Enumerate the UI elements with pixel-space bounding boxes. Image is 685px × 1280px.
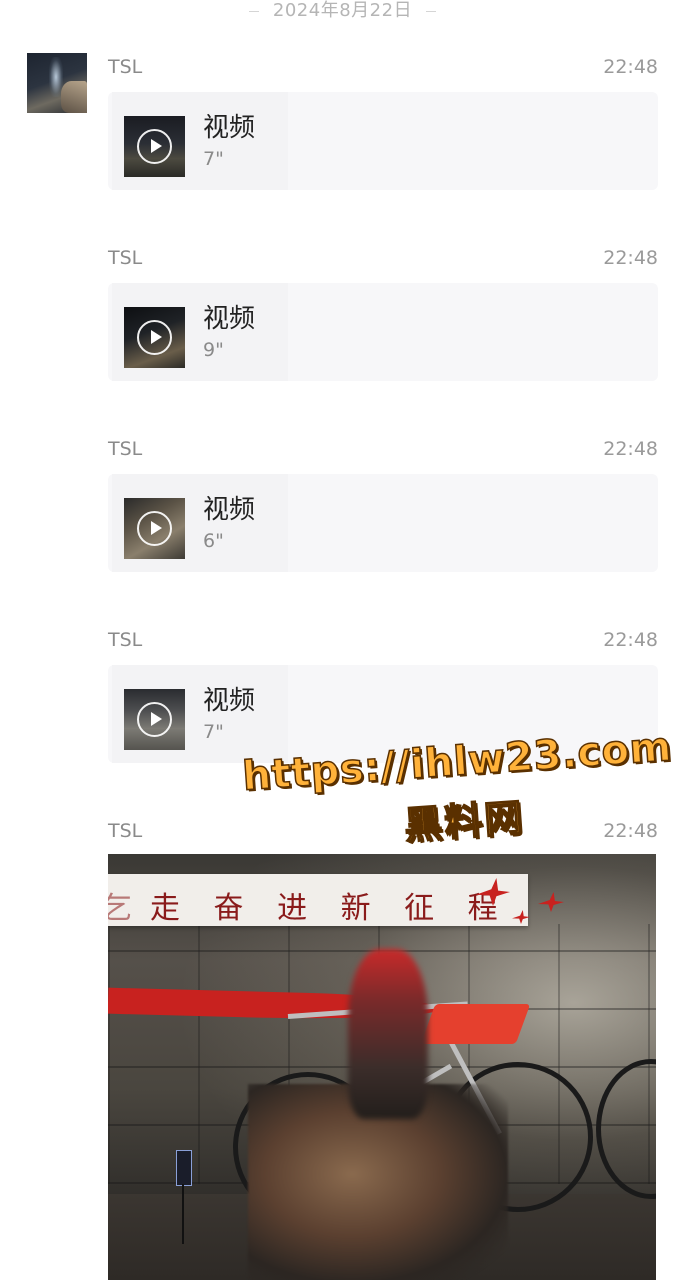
message-time: 22:48 bbox=[603, 629, 658, 651]
play-icon bbox=[137, 129, 172, 164]
tripod bbox=[182, 1184, 184, 1244]
avatar-rock bbox=[61, 81, 87, 113]
video-duration: 9" bbox=[203, 339, 224, 361]
video-thumbnail[interactable] bbox=[124, 498, 185, 559]
phone-on-tripod bbox=[176, 1150, 192, 1186]
blurred-head bbox=[348, 949, 428, 1119]
slogan-banner: 乞走 奋 进 新 征 程 bbox=[108, 874, 528, 926]
sender-name: TSL bbox=[108, 56, 143, 78]
video-label: 视频 bbox=[203, 686, 256, 716]
video-message-bubble[interactable]: 视频 7" bbox=[108, 92, 658, 190]
message-time: 22:48 bbox=[603, 247, 658, 269]
video-duration: 6" bbox=[203, 530, 224, 552]
video-thumbnail[interactable] bbox=[124, 116, 185, 177]
bird-decoration bbox=[538, 892, 564, 912]
video-duration: 7" bbox=[203, 721, 224, 743]
play-icon bbox=[137, 702, 172, 737]
red-saddle bbox=[420, 1004, 531, 1044]
image-message[interactable]: 乞走 奋 进 新 征 程 bbox=[108, 854, 656, 1280]
watermark-url: https://ihlw23.com bbox=[240, 723, 674, 800]
video-label: 视频 bbox=[203, 495, 256, 525]
video-label: 视频 bbox=[203, 304, 256, 334]
sender-name: TSL bbox=[108, 438, 143, 460]
sender-name: TSL bbox=[108, 820, 143, 842]
video-thumbnail[interactable] bbox=[124, 307, 185, 368]
sender-avatar[interactable] bbox=[27, 53, 87, 113]
date-divider: 2024年8月22日 bbox=[0, 0, 685, 22]
message-time: 22:48 bbox=[603, 56, 658, 78]
sender-name: TSL bbox=[108, 629, 143, 651]
video-label: 视频 bbox=[203, 113, 256, 143]
video-duration: 7" bbox=[203, 148, 224, 170]
sender-name: TSL bbox=[108, 247, 143, 269]
banner-text: 乞走 奋 进 新 征 程 bbox=[108, 891, 510, 926]
watermark-name: 黑料网 bbox=[402, 795, 526, 849]
video-thumbnail[interactable] bbox=[124, 689, 185, 750]
play-icon bbox=[137, 511, 172, 546]
message-time: 22:48 bbox=[603, 438, 658, 460]
play-icon bbox=[137, 320, 172, 355]
video-message-bubble[interactable]: 视频 9" bbox=[108, 283, 658, 381]
video-message-bubble[interactable]: 视频 6" bbox=[108, 474, 658, 572]
